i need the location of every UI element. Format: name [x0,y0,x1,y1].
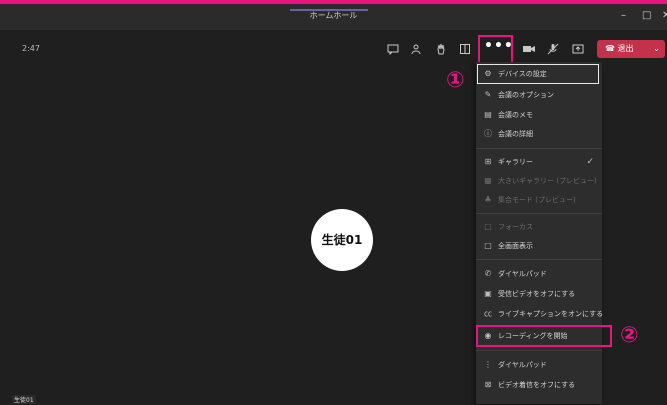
title-bar: ホームホール – □ ✕ [0,4,667,30]
notes-icon: ▤ [484,110,492,119]
gear-icon: ⚙ [484,69,492,78]
dialpad-icon: ⋮ [484,360,492,369]
together-mode-icon: ♣ [484,195,492,204]
leave-button[interactable]: ☎ 退出 ⌄ [597,40,665,58]
menu-item-large-gallery[interactable]: ▦ 大きいギャラリー (プレビュー) [476,172,602,190]
large-gallery-icon: ▦ [484,176,492,185]
leave-button-label: 退出 [617,44,634,53]
more-actions-button[interactable]: ••• [484,38,513,54]
video-incoming-off-icon: ⊠ [484,380,492,389]
menu-item-incoming-video-off-2[interactable]: ⊠ ビデオ着信をオフにする [476,376,602,394]
menu-separator [476,213,602,214]
menu-item-live-captions[interactable]: ㏄ ライブキャプションをオンにする [476,305,603,323]
step-2-badge: ② [620,323,639,348]
focus-icon: ▢ [484,222,492,231]
participants-icon[interactable] [410,43,424,57]
menu-item-focus[interactable]: ▢ フォーカス [476,218,602,236]
video-off-icon: ▣ [484,289,492,298]
menu-separator [476,148,602,149]
menu-item-fullscreen[interactable]: □ 全画面表示 [476,237,602,255]
dialpad-icon: ✆ [484,269,492,278]
menu-item-meeting-options[interactable]: ✎ 会議のオプション [476,86,602,104]
menu-item-gallery[interactable]: ⊞ ギャラリー ✓ [476,153,602,171]
menu-item-meeting-notes[interactable]: ▤ 会議のメモ [476,106,602,124]
options-icon: ✎ [484,90,492,99]
camera-icon[interactable] [522,43,536,57]
menu-item-meeting-details[interactable]: ⓘ 会議の詳細 [476,125,602,143]
window-title: ホームホール [309,11,358,20]
menu-item-together-mode[interactable]: ♣ 集合モード (プレビュー) [476,191,602,209]
phone-hangup-icon: ☎ [605,44,615,53]
menu-item-device-settings[interactable]: ⚙ デバイスの設定 [476,65,602,83]
raise-hand-icon[interactable] [434,43,448,57]
mic-icon[interactable] [546,43,560,57]
menu-item-incoming-video-off[interactable]: ▣ 受信ビデオをオフにする [476,285,602,303]
menu-item-dialpad-2[interactable]: ⋮ ダイヤルパッド [476,356,602,374]
meeting-timer: 2:47 [22,44,40,53]
menu-item-dialpad[interactable]: ✆ ダイヤルパッド [476,265,602,283]
menu-separator [476,259,602,260]
captions-icon: ㏄ [484,309,492,318]
maximize-button[interactable]: □ [642,10,651,22]
info-icon: ⓘ [484,129,492,138]
chat-icon[interactable] [386,43,400,57]
close-button[interactable]: ✕ [662,10,667,22]
participant-avatar: 生徒01 [311,209,373,271]
breakout-icon[interactable] [458,43,472,57]
recording-highlight-box [476,325,612,347]
fullscreen-icon: □ [484,241,492,250]
step-1-badge: ① [446,68,465,93]
menu-separator [476,350,602,351]
teams-meeting-window: ホームホール – □ ✕ 2:47 ••• ☎ 退出 ⌄ 生徒01 生徒01 ⚙… [0,0,667,405]
minimize-button[interactable]: – [621,10,626,22]
chevron-down-icon[interactable]: ⌄ [653,40,660,58]
share-icon[interactable] [571,43,585,57]
participant-name-label: 生徒01 [12,395,36,404]
gallery-icon: ⊞ [484,157,492,166]
checkmark-icon: ✓ [586,157,594,167]
